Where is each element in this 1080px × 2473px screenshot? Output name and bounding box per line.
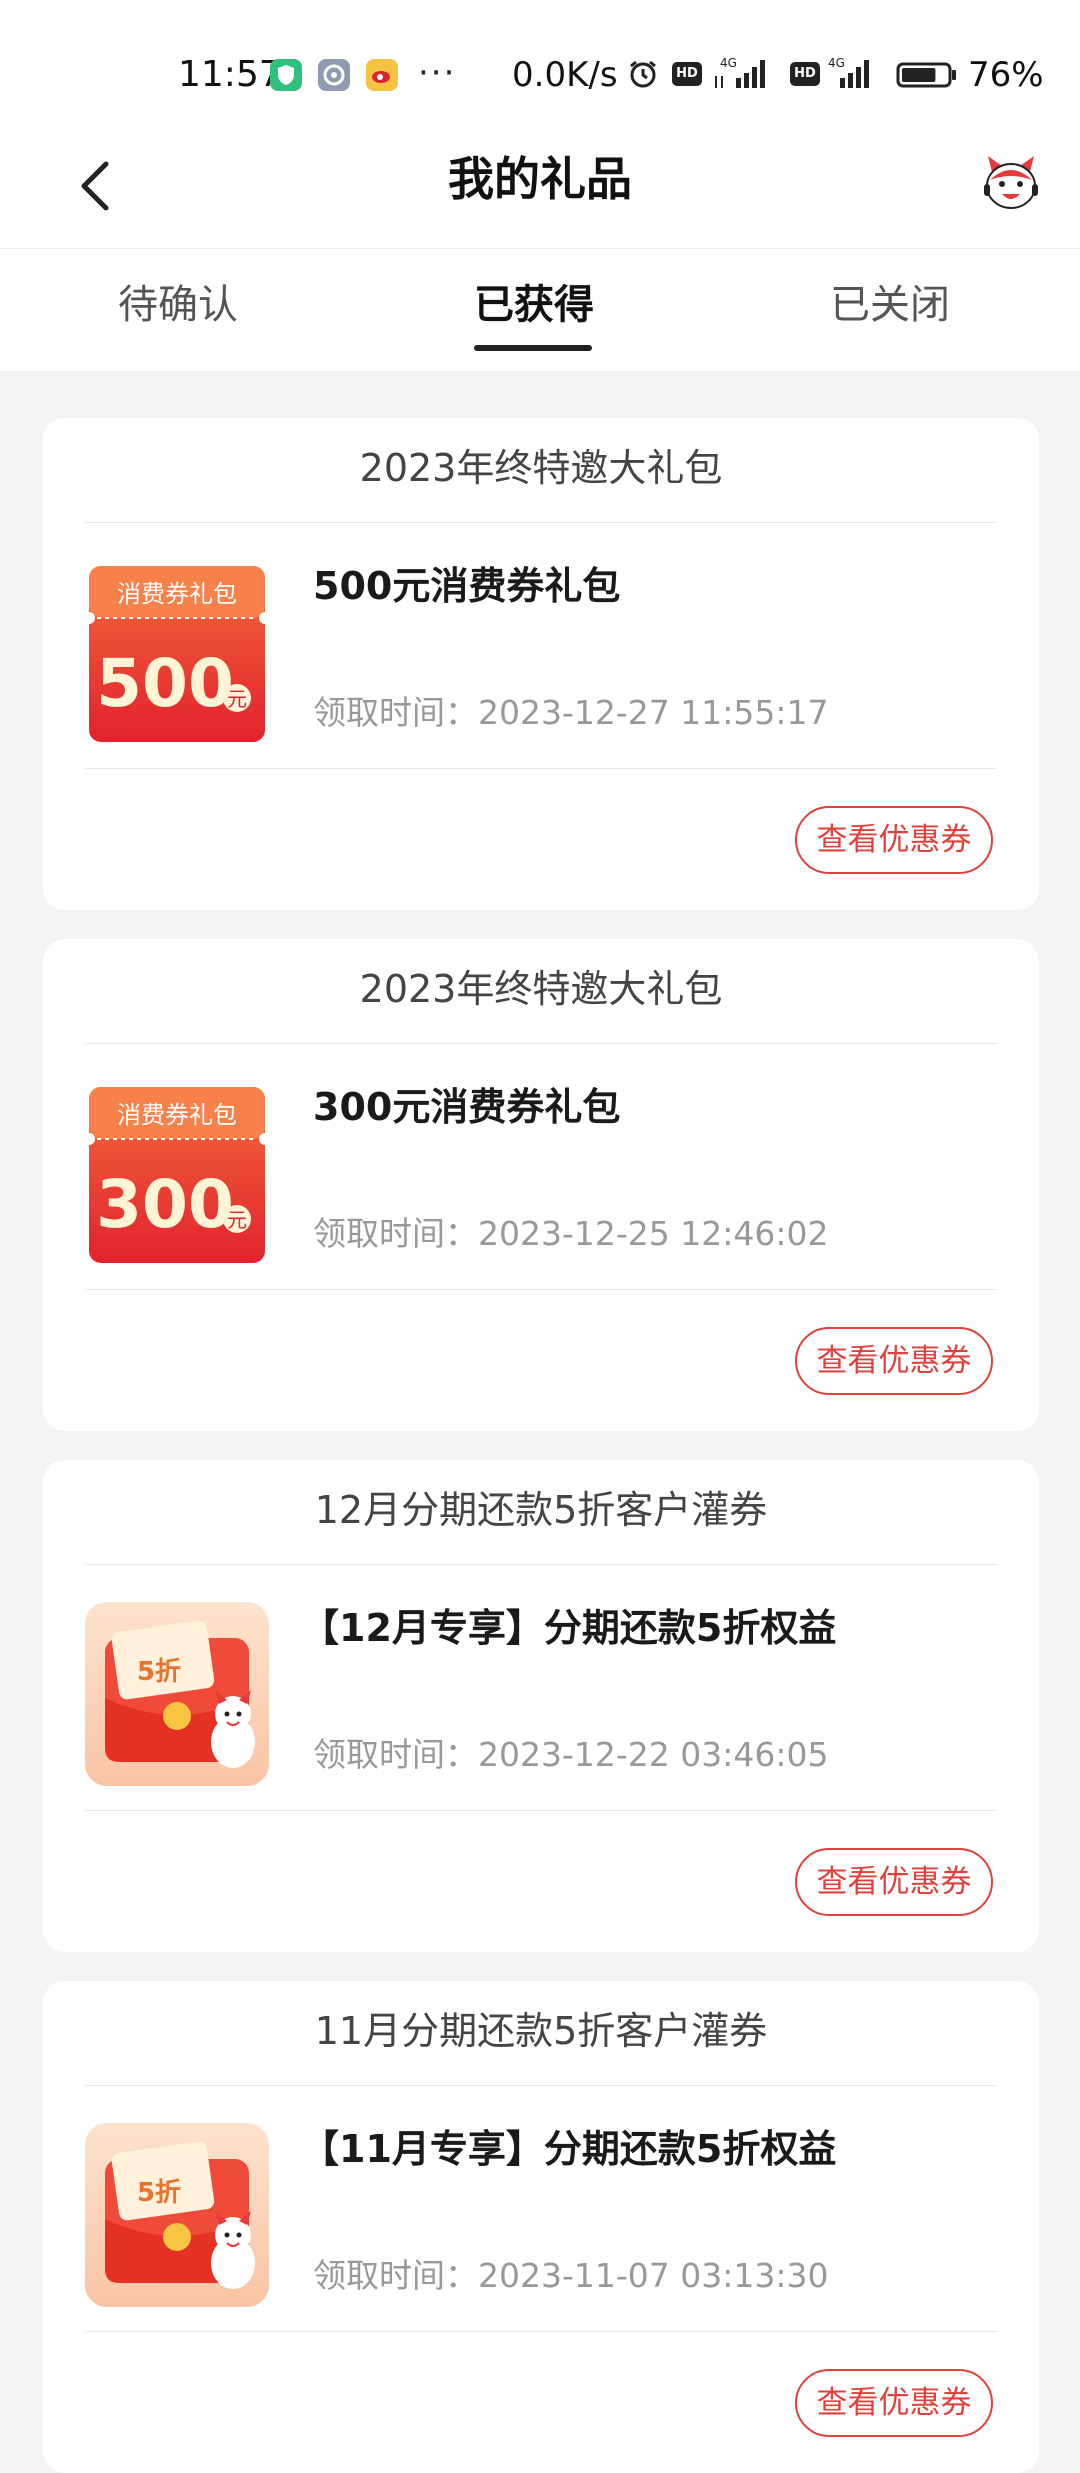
hd-voice-icon-2: HD (790, 62, 820, 86)
discount-text: 5折 (137, 1657, 181, 1687)
voucher-500-thumbnail: 消费券礼包 500 元 (85, 566, 269, 742)
gift-receive-time: 领取时间：2023-12-25 12:46:02 (313, 1214, 829, 1253)
gift-card-title: 2023年终特邀大礼包 (359, 446, 723, 490)
voucher-amount: 300 (96, 1166, 234, 1243)
alarm-icon (630, 60, 656, 88)
battery-percent: 76% (968, 55, 1044, 95)
gift-card: 12月分期还款5折客户灌券 5折 【12月专享】分期还款5折权益 领取时间：20… (43, 1460, 1039, 1952)
voucher-yuan: 元 (227, 1208, 247, 1232)
gift-name: 300元消费券礼包 (313, 1085, 621, 1129)
steering-app-icon (318, 59, 350, 91)
battery-icon (896, 62, 956, 88)
tab-obtained[interactable]: 已获得 (404, 275, 664, 335)
divider (85, 1564, 997, 1565)
network-speed: 0.0K/s (512, 55, 618, 95)
more-notifications-icon: ··· (418, 53, 457, 93)
weibo-app-icon (366, 59, 398, 91)
view-coupon-button[interactable]: 查看优惠券 (795, 2369, 993, 2437)
gift-card: 2023年终特邀大礼包 消费券礼包 500 元 500元消费券礼包 领取时间：2… (43, 418, 1039, 910)
voucher-300-thumbnail: 消费券礼包 300 元 (85, 1087, 269, 1263)
network-type-label: 4G (720, 56, 737, 70)
discount-text: 5折 (137, 2178, 181, 2208)
voucher-yuan: 元 (227, 687, 247, 711)
gift-card: 11月分期还款5折客户灌券 5折 【11月专享】分期还款5折权益 领取时间：20… (43, 1981, 1039, 2473)
status-time: 11:57 (178, 54, 282, 95)
view-coupon-button[interactable]: 查看优惠券 (795, 1848, 993, 1916)
discount-red-envelope-thumbnail: 5折 (85, 2123, 269, 2307)
gift-card-title: 12月分期还款5折客户灌券 (314, 1488, 768, 1532)
divider (85, 1810, 997, 1811)
divider (85, 768, 997, 769)
nav-bar: 我的礼品 (0, 122, 1080, 249)
hd-voice-icon: HD (672, 62, 702, 86)
page-title: 我的礼品 (448, 152, 632, 206)
signal-icon: 4G (715, 56, 765, 88)
gift-receive-time: 领取时间：2023-11-07 03:13:30 (313, 2256, 829, 2295)
gift-card: 2023年终特邀大礼包 消费券礼包 300 元 300元消费券礼包 领取时间：2… (43, 939, 1039, 1431)
signal-icon-2: 4G (828, 56, 869, 88)
active-tab-indicator (474, 345, 592, 351)
voucher-header-text: 消费券礼包 (117, 1101, 237, 1129)
security-app-icon (270, 59, 302, 91)
gift-card-title: 11月分期还款5折客户灌券 (314, 2009, 768, 2053)
gift-receive-time: 领取时间：2023-12-22 03:46:05 (313, 1735, 829, 1774)
gift-name: 【11月专享】分期还款5折权益 (301, 2127, 837, 2171)
voucher-header-text: 消费券礼包 (117, 580, 237, 608)
discount-red-envelope-thumbnail: 5折 (85, 1602, 269, 1786)
divider (85, 522, 997, 523)
network-type-label-2: 4G (828, 56, 845, 70)
divider (85, 1043, 997, 1044)
gift-name: 【12月专享】分期还款5折权益 (301, 1606, 837, 1650)
divider (85, 2331, 997, 2332)
view-coupon-button[interactable]: 查看优惠券 (795, 1327, 993, 1395)
gift-card-title: 2023年终特邀大礼包 (359, 967, 723, 1011)
status-bar: 11:57 ··· 0.0K/s HD 4G HD 4G 76% (0, 0, 1080, 122)
tab-closed[interactable]: 已关闭 (760, 275, 1020, 335)
voucher-amount: 500 (96, 645, 234, 722)
gift-name: 500元消费券礼包 (313, 564, 621, 608)
divider (85, 1289, 997, 1290)
mascot-service-icon[interactable] (978, 150, 1044, 216)
gift-receive-time: 领取时间：2023-12-27 11:55:17 (313, 693, 829, 732)
divider (85, 2085, 997, 2086)
tab-bar: 待确认 已获得 已关闭 (0, 249, 1080, 371)
view-coupon-button[interactable]: 查看优惠券 (795, 806, 993, 874)
tab-pending[interactable]: 待确认 (48, 275, 308, 335)
